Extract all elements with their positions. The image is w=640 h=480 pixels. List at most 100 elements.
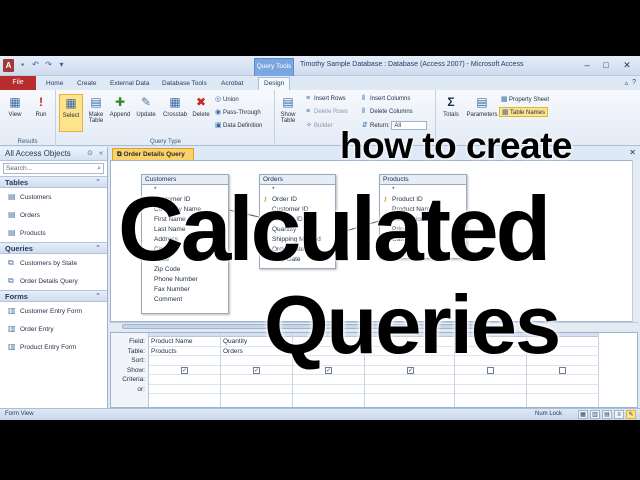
search-icon: ⌕ xyxy=(97,165,101,172)
union-icon: ◎ xyxy=(215,96,222,103)
nav-menu-icon[interactable]: ⊙ xyxy=(87,147,93,161)
grid-cell-or[interactable] xyxy=(365,385,454,394)
tab-acrobat[interactable]: Acrobat xyxy=(221,78,243,90)
grid-cell-criteria[interactable] xyxy=(221,375,292,385)
sql-view-button[interactable]: ≡ xyxy=(614,410,624,419)
grid-column-1[interactable]: Product Name Products ✓ xyxy=(149,333,221,407)
nav-group-forms[interactable]: Forms ⌃ xyxy=(0,290,107,302)
show-checkbox[interactable]: ✓ xyxy=(181,366,188,374)
nav-group-queries[interactable]: Queries ⌃ xyxy=(0,242,107,254)
undo-icon[interactable]: ↶ xyxy=(31,60,40,70)
builder-wand-icon: ✧ xyxy=(306,122,312,129)
overlay-title-line3: Queries xyxy=(264,278,561,371)
crosstab-button[interactable]: ▦ Crosstab xyxy=(161,94,189,118)
update-button[interactable]: ✎ Update xyxy=(134,94,158,118)
append-button[interactable]: ✚ Append xyxy=(108,94,132,118)
tab-database-tools[interactable]: Database Tools xyxy=(162,78,207,90)
tab-design[interactable]: Design xyxy=(258,77,291,90)
shutter-bar-icon[interactable]: « xyxy=(99,147,103,161)
grid-cell-or[interactable] xyxy=(149,385,220,394)
maximize-button[interactable]: □ xyxy=(597,58,615,72)
minimize-button[interactable]: – xyxy=(578,58,596,72)
append-icon: ✚ xyxy=(114,95,126,109)
tab-file[interactable]: File xyxy=(0,76,36,90)
nav-item-orders[interactable]: ▤ Orders xyxy=(0,206,107,224)
grid-label-criteria: Criteria: xyxy=(122,376,145,383)
insert-rows-button[interactable]: ≡ Insert Rows xyxy=(306,95,346,102)
insert-columns-button[interactable]: ⫴ Insert Columns xyxy=(362,95,410,103)
nav-item-order-entry[interactable]: ▥ Order Entry xyxy=(0,320,107,338)
help-icon[interactable]: ? xyxy=(632,79,636,87)
design-vertical-scrollbar[interactable] xyxy=(632,160,640,322)
select-query-icon: ▦ xyxy=(65,96,77,110)
totals-button[interactable]: Σ Totals xyxy=(439,94,463,118)
field-item[interactable]: Comment xyxy=(142,295,228,305)
window-title: Timothy Sample Database : Database (Acce… xyxy=(300,61,524,68)
collapse-chevron-icon: ⌃ xyxy=(95,293,101,300)
delete-columns-button[interactable]: ⫴ Delete Columns xyxy=(362,108,413,116)
tab-home[interactable]: Home xyxy=(46,78,63,90)
nav-item-customer-entry-form[interactable]: ▥ Customer Entry Form xyxy=(0,302,107,320)
nav-item-customers-by-state[interactable]: ⧉ Customers by State xyxy=(0,254,107,272)
property-sheet-button[interactable]: ▦Property Sheet xyxy=(501,95,549,103)
union-button[interactable]: ◎ Union xyxy=(215,95,239,103)
nav-item-products[interactable]: ▤ Products xyxy=(0,224,107,242)
select-query-button[interactable]: ▦ Select xyxy=(59,94,83,132)
grid-cell-or[interactable] xyxy=(527,385,598,394)
table-icon: ▤ xyxy=(8,192,16,201)
ribbon-tabs: File Home Create External Data Database … xyxy=(0,76,640,90)
tab-create[interactable]: Create xyxy=(77,78,97,90)
grid-cell-or[interactable] xyxy=(293,385,364,394)
parameters-button[interactable]: ▤ Parameters xyxy=(465,94,499,118)
grid-cell-criteria[interactable] xyxy=(149,375,220,385)
data-definition-button[interactable]: ▣Data Definition xyxy=(215,121,262,129)
nav-item-product-entry-form[interactable]: ▥ Product Entry Form xyxy=(0,338,107,356)
field-item[interactable]: Fax Number xyxy=(142,285,228,295)
pivot-chart-view-button[interactable]: ▤ xyxy=(602,410,612,419)
pass-through-button[interactable]: ◉ Pass-Through xyxy=(215,108,261,116)
show-checkbox[interactable]: ✓ xyxy=(253,366,260,374)
design-view-button[interactable]: ✎ xyxy=(626,410,636,419)
grid-cell-or[interactable] xyxy=(455,385,526,394)
make-table-button[interactable]: ▤ Make Table xyxy=(84,94,108,124)
show-table-button[interactable]: ▤ Show Table xyxy=(276,94,300,124)
grid-cell-or[interactable] xyxy=(221,385,292,394)
nav-search-input[interactable]: Search... ⌕ xyxy=(3,163,104,174)
grid-cell-table[interactable]: Products xyxy=(149,347,220,356)
grid-cell-criteria[interactable] xyxy=(455,375,526,385)
grid-cell-criteria[interactable] xyxy=(365,375,454,385)
nav-header[interactable]: All Access Objects ⊙ « xyxy=(0,147,107,161)
show-checkbox[interactable] xyxy=(559,366,566,374)
datasheet-view-button[interactable]: ▦ xyxy=(578,410,588,419)
nav-item-order-details-query[interactable]: ⧉ Order Details Query xyxy=(0,272,107,290)
delete-rows-button[interactable]: ≡ Delete Rows xyxy=(306,108,348,115)
access-app-icon[interactable]: A xyxy=(3,59,14,72)
view-switcher: ▦ ▥ ▤ ≡ ✎ xyxy=(578,410,636,419)
table-icon: ▤ xyxy=(8,228,16,237)
grid-cell-criteria[interactable] xyxy=(293,375,364,385)
close-button[interactable]: ✕ xyxy=(616,58,638,72)
overlay-title-line1: how to create xyxy=(340,125,573,166)
grid-cell-show[interactable]: ✓ xyxy=(149,366,220,375)
save-icon[interactable]: ▪ xyxy=(18,60,27,70)
grid-cell-criteria[interactable] xyxy=(527,375,598,385)
grid-cell-field[interactable]: Product Name xyxy=(149,337,220,347)
tab-external-data[interactable]: External Data xyxy=(110,78,149,90)
nav-item-customers[interactable]: ▤ Customers xyxy=(0,188,107,206)
pivot-table-view-button[interactable]: ▥ xyxy=(590,410,600,419)
grid-label-or: or: xyxy=(137,385,145,393)
run-button[interactable]: ! Run xyxy=(29,94,53,118)
redo-icon[interactable]: ↷ xyxy=(44,60,53,70)
delete-query-button[interactable]: ✖ Delete xyxy=(189,94,213,118)
document-tab-order-details-query[interactable]: ⧉ Order Details Query xyxy=(112,148,194,160)
grid-cell-sort[interactable] xyxy=(149,356,220,366)
insert-rows-icon: ≡ xyxy=(306,95,311,102)
close-document-button[interactable]: ✕ xyxy=(629,148,636,157)
table-names-button[interactable]: ▦Table Names xyxy=(499,107,549,117)
builder-button[interactable]: ✧ Builder xyxy=(306,121,333,129)
view-button[interactable]: ▦ View xyxy=(3,94,27,118)
customize-qat-icon[interactable]: ▾ xyxy=(57,60,66,70)
property-sheet-icon: ▦ xyxy=(501,96,508,103)
minimize-ribbon-icon[interactable]: ▵ xyxy=(625,79,629,87)
nav-group-tables[interactable]: Tables ⌃ xyxy=(0,176,107,188)
